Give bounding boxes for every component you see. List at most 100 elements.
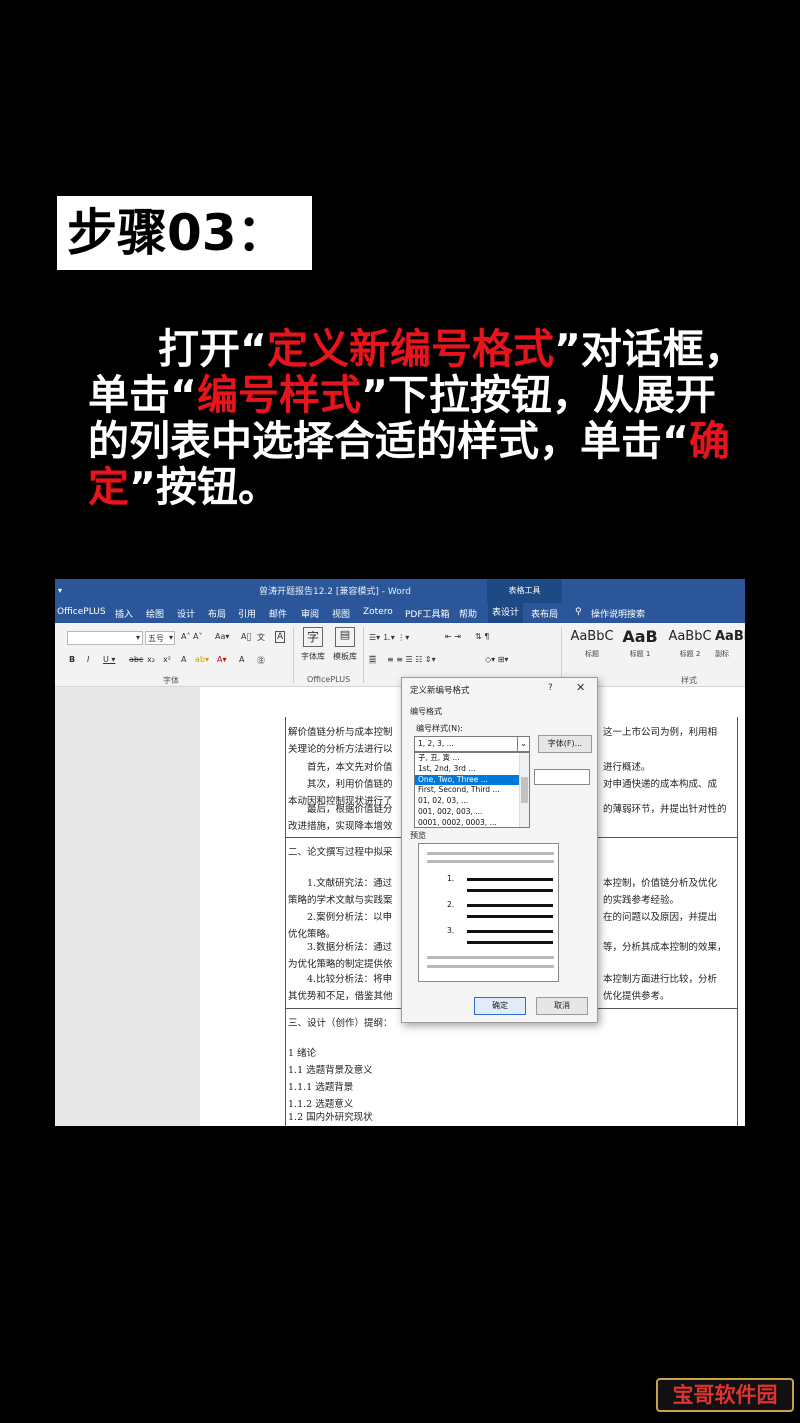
doc-line: 本控制，价值链分析及优化 [603, 878, 718, 889]
font-color-icon[interactable]: A▾ [217, 655, 227, 664]
doc-line: 3.数据分析法：通过 [307, 942, 393, 953]
style-subtitle[interactable]: AaBl 副标 [715, 629, 745, 659]
doc-line: 其次，利用价值链的 [307, 779, 393, 790]
dialog-title: 定义新编号格式 [410, 686, 470, 696]
menu-layout[interactable]: 布局 [208, 607, 226, 620]
doc-line: 1.1.1 选题背景 [288, 1082, 354, 1093]
menu-tell-me[interactable]: 操作说明搜索 [591, 607, 645, 620]
doc-line: 最后，根据价值链分 [307, 804, 393, 815]
menu-references[interactable]: 引用 [238, 607, 256, 620]
menu-bar: OfficePLUS 插入 绘图 设计 布局 引用 邮件 审阅 视图 Zoter… [55, 603, 745, 623]
bullets-icon[interactable]: ☰▾ ⒈▾ ⋮▾ [369, 632, 409, 643]
sort-icon[interactable]: ⇅ ¶ [475, 632, 489, 641]
indent-icon[interactable]: ⇤ ⇥ [445, 632, 461, 641]
underline-icon[interactable]: U ▾ [103, 655, 115, 664]
list-item[interactable]: 1st, 2nd, 3rd ... [415, 764, 519, 775]
list-scrollbar[interactable] [519, 753, 529, 827]
font-name-box[interactable]: ▾ [67, 631, 143, 645]
menu-draw[interactable]: 绘图 [146, 607, 164, 620]
doc-line: 本控制方面进行比较，分析 [603, 974, 718, 985]
char-lib-icon[interactable]: 字 [303, 627, 323, 647]
text-effect-icon[interactable]: A [181, 655, 186, 664]
menu-pdf-toolbox[interactable]: PDF工具箱 [405, 607, 450, 620]
preview-number: 1. [447, 874, 455, 883]
menu-table-layout[interactable]: 表布局 [531, 607, 558, 620]
highlight-dialog-name: 定义新编号格式 [266, 325, 554, 373]
font-group-label: 字体 [163, 676, 179, 685]
number-style-dropdown[interactable]: 1, 2, 3, ... ⌄ [414, 736, 530, 752]
number-style-options-list[interactable]: 子, 丑, 寅 ... 1st, 2nd, 3rd ... One, Two, … [414, 752, 530, 828]
menu-table-design[interactable]: 表设计 [488, 603, 524, 623]
doc-line: 1.1 选题背景及意义 [288, 1065, 373, 1076]
font-size-box[interactable]: 五号 ▾ [145, 631, 175, 645]
number-style-label: 编号样式(N): [416, 724, 463, 733]
table-tools-label: 表格工具 [487, 579, 562, 603]
list-item[interactable]: 01, 02, 03, ... [415, 796, 519, 807]
doc-line: 策略的学术文献与实践案 [288, 895, 393, 906]
doc-line: 这一上市公司为例，利用相 [603, 727, 718, 738]
doc-line: 三、设计（创作）提纲： [288, 1018, 393, 1029]
title-bar: ▾ 曾涛开题报告12.2 [兼容模式] - Word 表格工具 [55, 579, 745, 603]
instruction-text: 打开“定义新编号格式”对话框，单击“编号样式”下拉按钮，从展开的列表中选择合适的… [88, 325, 745, 511]
list-item-selected[interactable]: One, Two, Three ... [415, 774, 519, 786]
chevron-down-icon[interactable]: ⌄ [517, 737, 529, 751]
char-lib-label[interactable]: 字体库 [301, 651, 325, 662]
doc-line: 进行概述。 [603, 762, 651, 773]
phonetic-icon[interactable]: 文 [257, 632, 265, 643]
list-item[interactable]: 001, 002, 003, ... [415, 807, 519, 818]
doc-line: 关理论的分析方法进行以 [288, 744, 393, 755]
number-format-input[interactable] [534, 769, 590, 785]
clear-format-icon[interactable]: A⃠ [241, 632, 251, 641]
close-icon[interactable]: ✕ [576, 681, 585, 694]
doc-line: 1.1.2 选题意义 [288, 1099, 354, 1110]
style-heading-1[interactable]: AaB 标题 1 [615, 627, 665, 659]
font-button[interactable]: 字体(F)... [538, 735, 592, 753]
template-lib-icon[interactable]: ▤ [335, 627, 355, 647]
borders-icon[interactable]: ◇▾ ⊞▾ [485, 655, 508, 664]
menu-zotero[interactable]: Zotero [363, 607, 393, 617]
doc-line: 的薄弱环节，并提出针对性的 [603, 804, 727, 815]
menu-insert[interactable]: 插入 [115, 607, 133, 620]
menu-design[interactable]: 设计 [177, 607, 195, 620]
define-number-format-dialog: 定义新编号格式 ? ✕ 编号格式 编号样式(N): 1, 2, 3, ... ⌄… [401, 677, 598, 1023]
doc-line: 在的问题以及原因，并提出 [603, 912, 718, 923]
list-item[interactable]: 0001, 0002, 0003, ... [415, 818, 519, 829]
shading-icon[interactable]: A [239, 655, 244, 664]
align-center-icon[interactable]: ≡ ≡ ☰ ☷ ⇕▾ [387, 655, 436, 664]
cancel-button[interactable]: 取消 [536, 997, 588, 1015]
italic-icon[interactable]: I [87, 655, 89, 664]
word-screenshot: ▾ 曾涛开题报告12.2 [兼容模式] - Word 表格工具 OfficePL… [55, 579, 745, 1126]
preview-label: 预览 [410, 831, 426, 840]
scroll-thumb[interactable] [521, 777, 528, 803]
template-lib-label[interactable]: 模板库 [333, 651, 357, 662]
change-case-icon[interactable]: Aa▾ [215, 632, 229, 641]
menu-officeplus[interactable]: OfficePLUS [57, 607, 106, 617]
doc-line: 其优势和不足，借鉴其他 [288, 991, 393, 1002]
doc-line: 的实践参考经验。 [603, 895, 680, 906]
menu-mailings[interactable]: 邮件 [269, 607, 287, 620]
list-item[interactable]: 子, 丑, 寅 ... [415, 753, 519, 764]
ok-button[interactable]: 确定 [474, 997, 526, 1015]
list-item[interactable]: First, Second, Third ... [415, 785, 519, 796]
menu-help[interactable]: 帮助 [459, 607, 477, 620]
ribbon: ▾ 五号 ▾ A˄ A˅ Aa▾ A⃠ 文 A B I U ▾ abc x₂ x²… [55, 623, 745, 687]
doc-line: 二、论文撰写过程中拟采 [288, 847, 393, 858]
help-icon[interactable]: ? [548, 683, 553, 693]
grow-font-icon[interactable]: A˄ A˅ [181, 632, 203, 641]
subscript-icon[interactable]: x₂ [147, 655, 155, 664]
menu-view[interactable]: 视图 [332, 607, 350, 620]
doc-line: 改进措施，实现降本增效 [288, 821, 393, 832]
highlight-icon[interactable]: ab▾ [195, 655, 209, 664]
doc-line: 对申通快递的成本构成、成 [603, 779, 718, 790]
strike-icon[interactable]: abc [129, 655, 143, 664]
preview-number: 3. [447, 926, 455, 935]
style-heading-2[interactable]: AaBbC 标题 2 [665, 629, 715, 659]
enclose-char-icon[interactable]: ㊟ [257, 655, 265, 666]
style-title[interactable]: AaBbC 标题 [567, 629, 617, 659]
menu-review[interactable]: 审阅 [301, 607, 319, 620]
char-border-icon[interactable]: A [275, 631, 286, 643]
superscript-icon[interactable]: x² [163, 655, 171, 664]
bold-icon[interactable]: B [69, 655, 75, 664]
doc-line: 1 绪论 [288, 1048, 317, 1059]
align-left-icon[interactable]: ☰ [369, 655, 377, 664]
